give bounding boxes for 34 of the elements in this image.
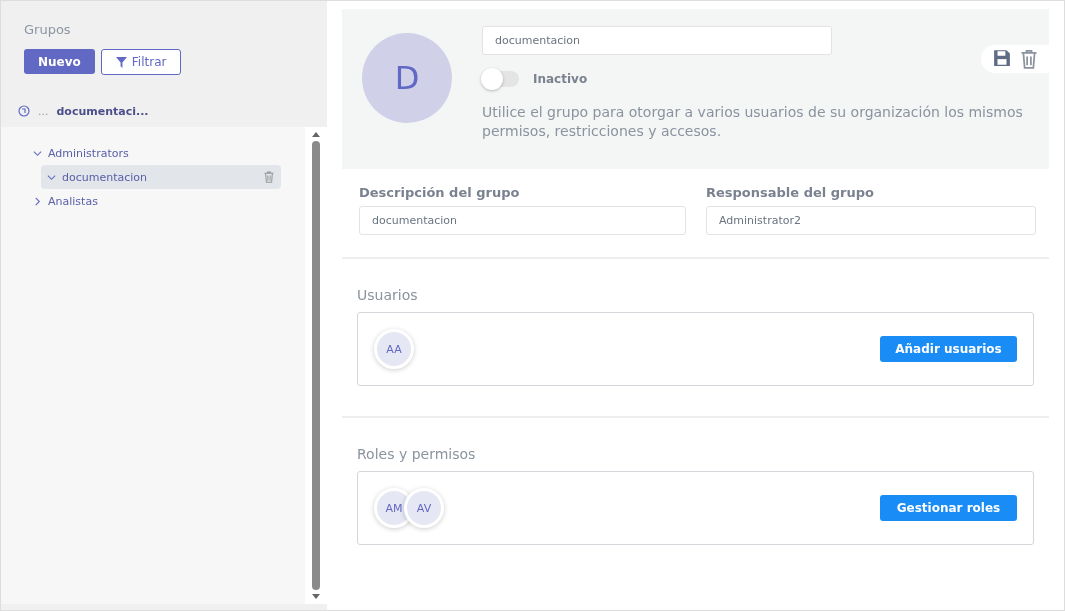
status-label: Inactivo — [533, 72, 588, 86]
breadcrumb-ellipsis[interactable]: ... — [38, 104, 49, 118]
group-description-text: Utilice el grupo para otorgar a varios usuarios de su organización los mismos permisos, restricciones y accesos. — [482, 103, 1024, 141]
initials-avatar: AA — [374, 329, 414, 369]
chevron-down-icon[interactable] — [47, 172, 56, 182]
section-button[interactable]: Añadir usuarios — [880, 336, 1017, 362]
field-label: Descripción del grupo — [359, 185, 521, 200]
sidebar-title: Grupos — [23, 21, 72, 37]
chevron-down-icon[interactable] — [33, 148, 42, 158]
section-button[interactable]: Gestionar roles — [880, 495, 1017, 521]
text-field[interactable]: documentacion — [359, 206, 686, 235]
section-title: Roles y permisos — [357, 446, 477, 462]
status-toggle[interactable] — [482, 71, 519, 87]
filter-icon — [115, 56, 127, 68]
trash-icon[interactable] — [263, 171, 275, 183]
tree-item[interactable]: Administrators — [27, 141, 281, 165]
save-icon[interactable] — [993, 49, 1011, 67]
section-title: Usuarios — [357, 287, 419, 303]
chevron-right-icon[interactable] — [33, 196, 42, 206]
breadcrumb-current: documentaci... — [56, 104, 149, 118]
scroll-up-icon[interactable] — [312, 131, 320, 137]
new-button[interactable]: Nuevo — [24, 49, 95, 74]
back-icon[interactable] — [18, 105, 30, 117]
tree-item[interactable]: documentacion — [41, 165, 281, 189]
initials-avatar: AV — [404, 488, 444, 528]
text-field[interactable]: Administrator2 — [706, 206, 1036, 235]
tree-item[interactable]: Analistas — [27, 189, 281, 213]
field-label: Responsable del grupo — [706, 185, 875, 200]
trash-icon[interactable] — [1019, 49, 1039, 69]
group-name-field[interactable]: documentacion — [482, 26, 832, 55]
filter-button[interactable]: Filtrar — [100, 49, 182, 75]
scrollbar[interactable] — [305, 127, 327, 604]
scroll-down-icon[interactable] — [312, 594, 320, 600]
group-avatar: D — [362, 33, 452, 123]
